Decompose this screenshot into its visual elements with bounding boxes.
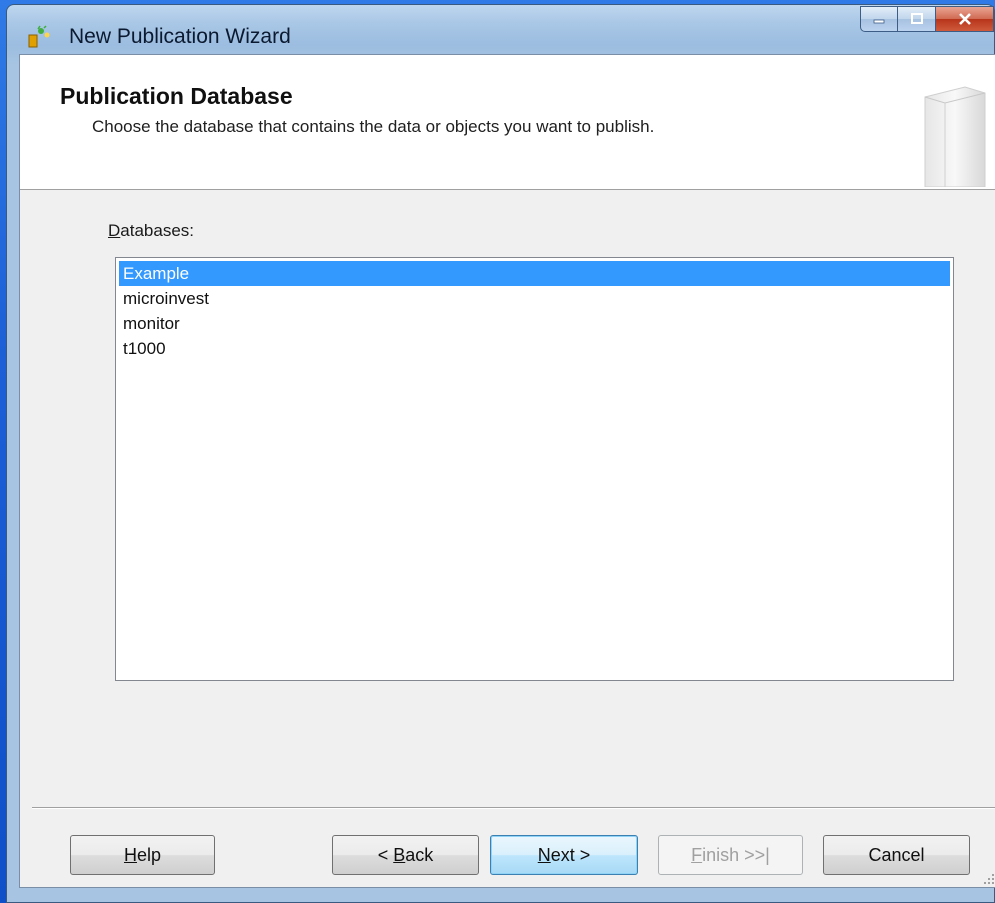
wizard-window: New Publication Wizard Publication Datab… <box>6 4 995 903</box>
next-label: ext > <box>550 844 591 865</box>
finish-label: inish >>| <box>702 844 770 865</box>
wizard-header: Publication Database Choose the database… <box>20 55 995 190</box>
finish-button[interactable]: Finish >>| <box>658 835 803 875</box>
database-graphic-icon <box>924 86 986 187</box>
resize-grip-icon[interactable] <box>981 871 995 885</box>
minimize-button[interactable] <box>860 6 898 32</box>
page-title: Publication Database <box>60 83 293 109</box>
help-button[interactable]: Help <box>70 835 215 875</box>
footer-divider <box>32 807 995 809</box>
back-prefix: < <box>377 844 394 865</box>
back-mnemonic: B <box>393 844 406 865</box>
close-icon <box>958 13 971 25</box>
window-title: New Publication Wizard <box>69 25 291 48</box>
maximize-icon <box>910 13 923 24</box>
list-item[interactable]: t1000 <box>119 336 950 361</box>
next-button[interactable]: Next > <box>490 835 638 875</box>
help-label: elp <box>136 844 162 865</box>
maximize-button[interactable] <box>898 6 936 32</box>
back-button[interactable]: < Back <box>332 835 479 875</box>
list-item[interactable]: Example <box>119 261 950 286</box>
title-bar[interactable]: New Publication Wizard <box>7 5 994 57</box>
back-label: ack <box>405 844 434 865</box>
databases-listbox[interactable]: Example microinvest monitor t1000 <box>115 257 954 681</box>
wizard-body: Publication Database Choose the database… <box>19 54 995 888</box>
caption-buttons <box>860 6 994 32</box>
finish-mnemonic: F <box>691 844 703 865</box>
page-subtitle: Choose the database that contains the da… <box>92 117 655 136</box>
databases-label: Databases: <box>108 221 194 241</box>
cancel-button[interactable]: Cancel <box>823 835 970 875</box>
next-mnemonic: N <box>537 844 551 865</box>
list-item[interactable]: microinvest <box>119 286 950 311</box>
help-mnemonic: H <box>123 844 137 865</box>
list-item[interactable]: monitor <box>119 311 950 336</box>
databases-label-text: atabases: <box>120 221 195 240</box>
close-button[interactable] <box>936 6 994 32</box>
wizard-app-icon <box>28 25 50 48</box>
minimize-icon <box>873 19 885 24</box>
databases-label-mnemonic: D <box>108 221 121 240</box>
